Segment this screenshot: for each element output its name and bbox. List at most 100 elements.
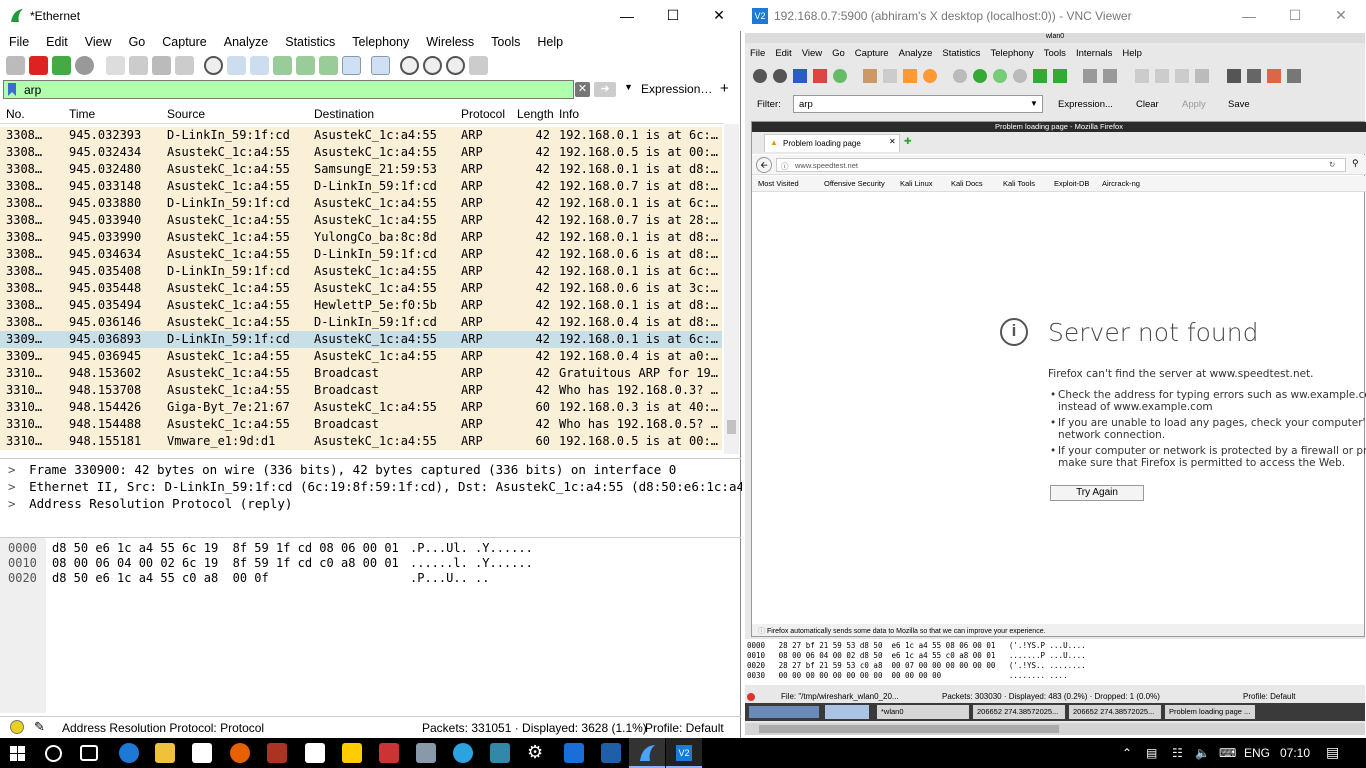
remote-stop-icon[interactable] bbox=[813, 68, 827, 83]
go-back-icon[interactable] bbox=[227, 56, 246, 75]
remote-menu-item[interactable]: Go bbox=[827, 48, 850, 59]
remote-restart-icon[interactable] bbox=[833, 68, 847, 83]
keyboard-icon[interactable]: ⌨ bbox=[1219, 746, 1236, 760]
new-tab-icon[interactable]: ✚ bbox=[904, 136, 912, 147]
firefox-tab[interactable]: ▲ Problem loading page ✕ bbox=[764, 134, 900, 152]
app-icon[interactable] bbox=[490, 743, 510, 763]
packet-row[interactable]: 3308… 945.035448 AsustekC_1c:a4:55 AsustekC… bbox=[0, 280, 722, 297]
remote-menu-item[interactable]: Telephony bbox=[985, 48, 1038, 59]
remote-menu-item[interactable]: Capture bbox=[850, 48, 894, 59]
language-indicator[interactable]: ENG bbox=[1244, 746, 1270, 760]
first-packet-icon[interactable] bbox=[296, 56, 315, 75]
column-header[interactable]: Info bbox=[559, 107, 579, 121]
capture-options-icon[interactable] bbox=[75, 56, 94, 75]
remote-task-button[interactable]: 206652 274.38572025... bbox=[1069, 705, 1161, 719]
colorize-icon[interactable] bbox=[371, 56, 390, 75]
remote-save-icon[interactable] bbox=[883, 68, 897, 83]
menu-item[interactable]: Tools bbox=[482, 35, 528, 49]
column-header[interactable]: Source bbox=[167, 107, 205, 121]
packet-row[interactable]: 3308… 945.032480 AsustekC_1c:a4:55 SamsungE… bbox=[0, 161, 722, 178]
zoom-out-icon[interactable] bbox=[423, 56, 442, 75]
mail-icon[interactable] bbox=[305, 743, 325, 763]
search-icon[interactable] bbox=[45, 745, 62, 762]
remote-colorize-icon[interactable] bbox=[1083, 68, 1097, 83]
remote-clear-button[interactable]: Clear bbox=[1136, 99, 1159, 110]
back-icon[interactable]: 🡨 bbox=[756, 157, 772, 173]
vnc-close-button[interactable]: ✕ bbox=[1318, 0, 1364, 31]
packet-row[interactable]: 3308… 945.036146 AsustekC_1c:a4:55 D-LinkIn… bbox=[0, 314, 722, 331]
remote-preferences-icon[interactable] bbox=[1287, 68, 1301, 83]
remote-start-icon[interactable] bbox=[793, 68, 807, 83]
menu-item[interactable]: Edit bbox=[37, 35, 76, 49]
column-header[interactable]: Time bbox=[69, 107, 95, 121]
filter-history-icon[interactable]: ▼ bbox=[624, 82, 633, 92]
remote-capture-filters-icon[interactable] bbox=[1227, 68, 1241, 83]
info-icon[interactable]: ⓘ bbox=[781, 161, 789, 172]
packet-row[interactable]: 3308… 945.033990 AsustekC_1c:a4:55 YulongCo… bbox=[0, 229, 722, 246]
menu-item[interactable]: Capture bbox=[153, 35, 214, 49]
remote-autoscroll-icon[interactable] bbox=[1103, 68, 1117, 83]
remote-apply-button[interactable]: Apply bbox=[1182, 99, 1206, 110]
packet-row[interactable]: 3308… 945.033148 AsustekC_1c:a4:55 D-LinkIn… bbox=[0, 178, 722, 195]
remote-task-button[interactable]: Problem loading page ... bbox=[1165, 705, 1255, 719]
go-to-packet-icon[interactable] bbox=[273, 56, 292, 75]
task-view-icon[interactable] bbox=[80, 745, 98, 761]
bookmark-item[interactable]: Exploit-DB bbox=[1054, 179, 1089, 188]
zoom-in-icon[interactable] bbox=[400, 56, 419, 75]
packet-row[interactable]: 3308… 945.035408 D-LinkIn_59:1f:cd AsustekC… bbox=[0, 263, 722, 280]
packet-row[interactable]: 3309… 945.036893 D-LinkIn_59:1f:cd AsustekC… bbox=[0, 331, 722, 348]
bookmark-item[interactable]: Kali Docs bbox=[951, 179, 983, 188]
hex-bytes[interactable]: d8 50 e6 1c a4 55 c0 a8 00 0f bbox=[52, 571, 269, 585]
packet-row[interactable]: 3310… 948.153602 AsustekC_1c:a4:55 Broadcas… bbox=[0, 365, 722, 382]
search-icon[interactable]: ⚲ bbox=[1352, 158, 1359, 169]
hex-ascii[interactable]: .P...U.. .. bbox=[410, 571, 489, 585]
remote-menu-item[interactable]: Help bbox=[1117, 48, 1147, 59]
last-packet-icon[interactable] bbox=[319, 56, 338, 75]
vnc-scroll-thumb[interactable] bbox=[759, 725, 1059, 733]
remote-task-button[interactable]: *wlan0 bbox=[877, 705, 969, 719]
packet-row[interactable]: 3310… 948.154426 Giga-Byt_7e:21:67 AsustekC… bbox=[0, 399, 722, 416]
remote-filter-input[interactable]: arp ▼ bbox=[793, 95, 1043, 113]
expert-info-icon[interactable] bbox=[10, 720, 24, 734]
remote-menu-item[interactable]: View bbox=[797, 48, 827, 59]
menu-item[interactable]: Help bbox=[528, 35, 571, 49]
autoscroll-icon[interactable] bbox=[342, 56, 361, 75]
packet-row[interactable]: 3308… 945.035494 AsustekC_1c:a4:55 HewlettP… bbox=[0, 297, 722, 314]
remote-back-icon[interactable] bbox=[973, 68, 987, 83]
vnc-minimize-button[interactable]: — bbox=[1226, 0, 1272, 31]
telegram-icon[interactable] bbox=[453, 743, 473, 763]
remote-options-icon[interactable] bbox=[773, 68, 787, 83]
hex-ascii[interactable]: ......l. .Y...... bbox=[410, 556, 533, 570]
menu-item[interactable]: Go bbox=[120, 35, 154, 49]
clock[interactable]: 07:10 bbox=[1280, 746, 1310, 760]
remote-expert-icon[interactable] bbox=[747, 693, 755, 701]
reload-file-icon[interactable] bbox=[175, 56, 194, 75]
add-filter-button[interactable]: + bbox=[720, 80, 729, 97]
save-file-icon[interactable] bbox=[129, 56, 148, 75]
packet-row[interactable]: 3309… 945.036945 AsustekC_1c:a4:55 AsustekC… bbox=[0, 348, 722, 365]
firefox-icon[interactable] bbox=[230, 743, 250, 763]
go-forward-icon[interactable] bbox=[250, 56, 269, 75]
url-bar[interactable]: ⓘ www.speedtest.net ↻ bbox=[776, 158, 1346, 172]
expand-arrow-icon[interactable]: > bbox=[8, 479, 23, 494]
scrollbar-thumb[interactable] bbox=[727, 420, 736, 434]
packet-row[interactable]: 3308… 945.032393 D-LinkIn_59:1f:cd AsustekC… bbox=[0, 127, 722, 144]
bookmark-icon[interactable] bbox=[7, 82, 17, 97]
remote-open-icon[interactable] bbox=[863, 68, 877, 83]
remote-menu-item[interactable]: Internals bbox=[1071, 48, 1117, 59]
detail-tree-item[interactable]: > Frame 330900: 42 bytes on wire (336 bi… bbox=[8, 462, 676, 477]
detail-tree-item[interactable]: > Address Resolution Protocol (reply) bbox=[8, 496, 292, 511]
reload-icon[interactable]: ↻ bbox=[1329, 160, 1335, 169]
settings-gear-icon[interactable]: ⚙ bbox=[527, 742, 547, 762]
remote-menu-item[interactable]: File bbox=[745, 48, 770, 59]
packet-list-scrollbar[interactable] bbox=[724, 124, 739, 454]
remote-forward-icon[interactable] bbox=[993, 68, 1007, 83]
remote-launcher-icons[interactable] bbox=[749, 706, 819, 718]
windows-start-icon[interactable] bbox=[10, 746, 25, 761]
open-file-icon[interactable] bbox=[106, 56, 125, 75]
packet-row[interactable]: 3308… 945.033880 D-LinkIn_59:1f:cd AsustekC… bbox=[0, 195, 722, 212]
try-again-button[interactable]: Try Again bbox=[1050, 485, 1144, 501]
packet-row[interactable]: 3308… 945.034634 AsustekC_1c:a4:55 D-LinkIn… bbox=[0, 246, 722, 263]
menu-item[interactable]: Analyze bbox=[215, 35, 276, 49]
app-icon[interactable] bbox=[342, 743, 362, 763]
